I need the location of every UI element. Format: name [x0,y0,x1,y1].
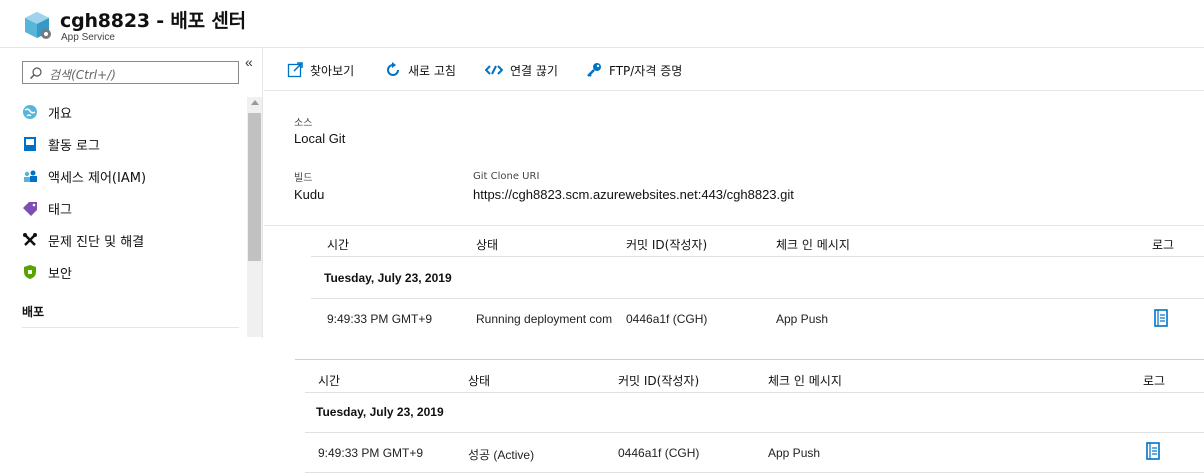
refresh-label: 새로 고침 [408,63,456,78]
log-notebook-icon[interactable] [1146,442,1160,460]
disconnect-label: 연결 끊기 [510,63,558,78]
log-notebook-icon[interactable] [1154,309,1168,327]
shield-icon [24,265,36,279]
table-top-border [295,359,1204,360]
date-group-header: Tuesday, July 23, 2019 [324,271,452,285]
sidebar [0,48,263,338]
sidebar-item-label: 문제 진단 및 해결 [48,234,145,250]
col-header-status[interactable]: 상태 [476,236,498,253]
sidebar-item-diagnose[interactable]: 문제 진단 및 해결 [22,228,144,252]
ftp-credentials-button[interactable]: FTP/자격 증명 [586,60,682,80]
search-icon [30,67,42,79]
col-header-time[interactable]: 시간 [318,372,340,389]
users-icon [24,170,37,182]
cell-commit: 0446a1f (CGH) [618,446,700,460]
info-divider [264,225,1204,226]
col-header-log[interactable]: 로그 [1152,236,1174,253]
table-divider [311,298,1204,299]
external-link-icon [287,62,303,78]
date-group-header: Tuesday, July 23, 2019 [316,405,444,419]
refresh-icon [387,62,399,76]
sidebar-item-tags[interactable]: 태그 [22,196,72,220]
git-uri-value[interactable]: https://cgh8823.scm.azurewebsites.net:44… [473,187,794,202]
sidebar-item-overview[interactable]: 개요 [22,100,72,124]
search-placeholder: 검색(Ctrl+/) [49,68,116,82]
tag-icon [23,202,37,216]
build-label: 빌드 [294,173,313,184]
col-header-commit[interactable]: 커밋 ID(작성자) [626,236,707,253]
build-value: Kudu [294,187,325,202]
page-title: cgh8823 - 배포 센터 [60,10,246,32]
wrench-icon [23,233,37,246]
sidebar-item-label: 액세스 제어(IAM) [48,170,147,186]
table-divider [305,392,1204,393]
col-header-message[interactable]: 체크 인 메시지 [776,236,850,253]
sidebar-divider [22,327,239,328]
sidebar-item-label: 보안 [48,266,72,282]
browse-label: 찾아보기 [310,63,355,78]
sidebar-item-label: 개요 [48,106,72,122]
source-label: 소스 [294,118,313,129]
ftp-label: FTP/자격 증명 [609,63,683,78]
cell-time: 9:49:33 PM GMT+9 [327,312,433,326]
globe-icon [23,105,37,119]
cell-message: App Push [768,446,821,460]
disconnect-icon [485,65,503,75]
activity-log-icon [24,137,36,151]
disconnect-button[interactable]: 연결 끊기 [485,60,558,80]
sidebar-item-iam[interactable]: 액세스 제어(IAM) [22,164,146,188]
browse-button[interactable]: 찾아보기 [287,60,354,80]
sidebar-item-activity-log[interactable]: 활동 로그 [22,132,100,156]
sidebar-scrollbar[interactable] [247,97,262,337]
source-value: Local Git [294,131,346,146]
col-header-commit[interactable]: 커밋 ID(작성자) [618,372,699,389]
sidebar-search-input[interactable]: 검색(Ctrl+/) [22,61,239,84]
scroll-thumb[interactable] [248,113,261,261]
table-divider [305,432,1204,433]
scroll-up-arrow-icon[interactable] [251,100,259,105]
sidebar-item-label: 활동 로그 [48,138,100,154]
cell-message: App Push [776,312,829,326]
col-header-log[interactable]: 로그 [1143,372,1165,389]
col-header-status[interactable]: 상태 [468,372,490,389]
cell-time: 9:49:33 PM GMT+9 [318,446,424,460]
cell-commit: 0446a1f (CGH) [626,312,708,326]
collapse-sidebar-button[interactable]: « [245,54,253,70]
col-header-message[interactable]: 체크 인 메시지 [768,372,842,389]
sidebar-item-label: 태그 [48,202,72,218]
app-service-icon [25,12,51,39]
table-divider [311,256,1204,257]
table-divider [305,472,1204,473]
git-uri-label: Git Clone URI [473,171,540,182]
cell-status: Running deployment com [476,312,613,326]
sidebar-item-security[interactable]: 보안 [22,260,72,284]
col-header-time[interactable]: 시간 [327,236,349,253]
cell-status: 성공 (Active) [468,448,535,462]
sidebar-section-deployment: 배포 [22,305,45,319]
refresh-button[interactable]: 새로 고침 [385,60,456,80]
key-icon [587,63,601,77]
page-subtitle: App Service [61,32,115,43]
